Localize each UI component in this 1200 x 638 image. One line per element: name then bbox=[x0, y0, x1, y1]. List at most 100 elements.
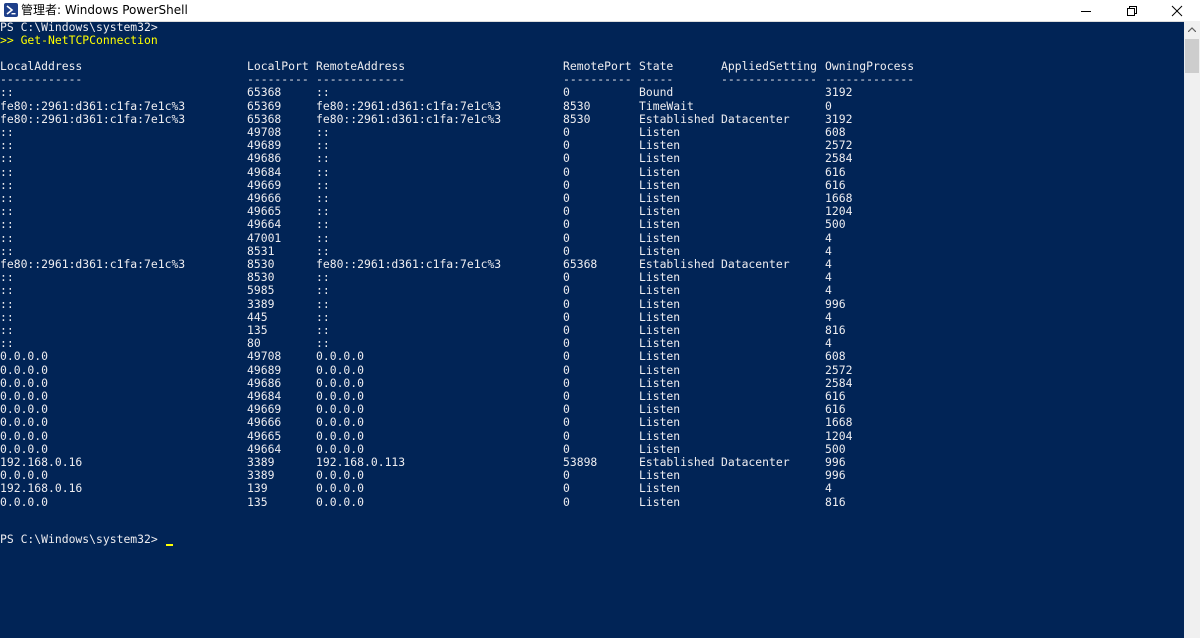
cell-local-port: 135 bbox=[247, 323, 268, 337]
cell-owning-process: 616 bbox=[825, 177, 846, 192]
cell-owning-process: 996 bbox=[825, 455, 846, 469]
cell-owning-process: 500 bbox=[825, 441, 846, 456]
cell-local-address: :: bbox=[0, 336, 14, 351]
cell-local-address: :: bbox=[0, 283, 14, 298]
cell-local-address: 192.168.0.16 bbox=[0, 455, 83, 469]
cell-local-address: :: bbox=[0, 85, 14, 100]
cell-state: Listen bbox=[639, 309, 681, 324]
cell-owning-process: 4 bbox=[825, 283, 832, 298]
cell-remote-address: RemoteAddress bbox=[316, 59, 406, 73]
cell-remote-port: 0 bbox=[563, 217, 570, 232]
cell-local-port: 49684 bbox=[247, 389, 282, 403]
cell-state: Listen bbox=[639, 389, 681, 403]
cell-remote-address: :: bbox=[316, 230, 330, 245]
cell-owning-process: 816 bbox=[825, 323, 846, 337]
cell-remote-address: 0.0.0.0 bbox=[316, 415, 365, 430]
cell-remote-port: 0 bbox=[563, 494, 570, 509]
cell-owning-process: 4 bbox=[825, 481, 832, 496]
cell-remote-address: :: bbox=[316, 138, 330, 153]
cell-remote-port: 8530 bbox=[563, 111, 591, 126]
cell-remote-address: :: bbox=[316, 336, 330, 351]
cell-local-port: 65368 bbox=[247, 85, 282, 100]
cell-remote-port: 0 bbox=[563, 362, 570, 377]
cell-remote-port: 0 bbox=[563, 191, 570, 205]
cell-local-address: 0.0.0.0 bbox=[0, 494, 49, 509]
cell-local-address: :: bbox=[0, 230, 14, 245]
cell-state: Listen bbox=[639, 375, 681, 390]
cell-applied-setting: Datacenter bbox=[721, 111, 790, 126]
cell-remote-address: fe80::2961:d361:c1fa:7e1c%3 bbox=[316, 257, 502, 271]
console-output[interactable]: PS C:\Windows\system32> >> Get-NetTCPCon… bbox=[0, 21, 1184, 638]
cell-remote-address: :: bbox=[316, 309, 330, 324]
cell-local-port: 65369 bbox=[247, 98, 282, 113]
cell-local-address: :: bbox=[0, 151, 14, 166]
cell-state: Listen bbox=[639, 151, 681, 166]
cell-remote-address: 0.0.0.0 bbox=[316, 481, 365, 496]
cell-owning-process: 616 bbox=[825, 164, 846, 179]
cell-state: Listen bbox=[639, 217, 681, 232]
cell-state: Listen bbox=[639, 428, 681, 443]
scroll-thumb[interactable] bbox=[1185, 39, 1199, 73]
cell-remote-port: 0 bbox=[563, 309, 570, 324]
cell-state: Listen bbox=[639, 481, 681, 496]
cell-local-port: 8530 bbox=[247, 270, 275, 285]
cell-state: Listen bbox=[639, 283, 681, 298]
title-bar[interactable]: 管理者: Windows PowerShell bbox=[0, 0, 1200, 22]
cell-local-port: 49669 bbox=[247, 177, 282, 192]
cell-local-port: 135 bbox=[247, 494, 268, 509]
cell-state: Listen bbox=[639, 441, 681, 456]
cell-local-address: ------------ bbox=[0, 72, 83, 87]
cell-remote-port: 8530 bbox=[563, 98, 591, 113]
cell-owning-process: 616 bbox=[825, 402, 846, 417]
cell-local-address: 192.168.0.16 bbox=[0, 481, 83, 496]
close-button[interactable] bbox=[1154, 0, 1200, 21]
cell-local-port: 3389 bbox=[247, 455, 275, 469]
cell-applied-setting: AppliedSetting bbox=[721, 59, 818, 73]
cell-remote-port: 0 bbox=[563, 85, 570, 100]
cell-state: ----- bbox=[639, 72, 674, 87]
cell-owning-process: 996 bbox=[825, 296, 846, 311]
cell-local-port: 49665 bbox=[247, 204, 282, 219]
maximize-button[interactable] bbox=[1109, 0, 1155, 21]
cell-applied-setting: -------------- bbox=[721, 72, 818, 87]
close-icon bbox=[1171, 5, 1183, 17]
cell-remote-port: 0 bbox=[563, 468, 570, 483]
cell-local-port: LocalPort bbox=[247, 59, 309, 73]
scroll-up-button[interactable] bbox=[1184, 21, 1200, 38]
cell-owning-process: 2584 bbox=[825, 151, 853, 166]
cell-remote-port: 0 bbox=[563, 441, 570, 456]
cell-state: Listen bbox=[639, 415, 681, 430]
cell-owning-process: 1668 bbox=[825, 415, 853, 430]
cell-remote-port: 0 bbox=[563, 428, 570, 443]
cell-remote-address: :: bbox=[316, 204, 330, 219]
cell-remote-address: :: bbox=[316, 191, 330, 205]
cell-local-port: 49666 bbox=[247, 415, 282, 430]
cell-state: Listen bbox=[639, 270, 681, 285]
cell-state: Listen bbox=[639, 494, 681, 509]
cell-owning-process: 2572 bbox=[825, 138, 853, 153]
cell-state: Listen bbox=[639, 402, 681, 417]
cell-local-address: 0.0.0.0 bbox=[0, 389, 49, 403]
powershell-icon bbox=[4, 3, 18, 17]
cell-local-address: :: bbox=[0, 177, 14, 192]
cell-remote-address: :: bbox=[316, 125, 330, 139]
cell-local-port: 49664 bbox=[247, 441, 282, 456]
cell-local-port: 49686 bbox=[247, 151, 282, 166]
cell-local-port: 49684 bbox=[247, 164, 282, 179]
vertical-scrollbar[interactable] bbox=[1184, 21, 1200, 638]
cell-local-address: fe80::2961:d361:c1fa:7e1c%3 bbox=[0, 111, 186, 126]
cell-remote-port: RemotePort bbox=[563, 59, 632, 73]
chevron-up-icon bbox=[1188, 27, 1196, 32]
cell-state: Listen bbox=[639, 362, 681, 377]
prompt-text-2: PS C:\Windows\system32> bbox=[0, 532, 158, 546]
cell-local-address: 0.0.0.0 bbox=[0, 375, 49, 390]
cell-owning-process: 608 bbox=[825, 349, 846, 364]
cell-local-address: fe80::2961:d361:c1fa:7e1c%3 bbox=[0, 257, 186, 271]
cell-local-port: 80 bbox=[247, 336, 261, 351]
minimize-button[interactable] bbox=[1063, 0, 1109, 21]
cell-local-address: :: bbox=[0, 217, 14, 232]
cell-owning-process: OwningProcess bbox=[825, 59, 915, 73]
cell-state: Established bbox=[639, 111, 715, 126]
cell-owning-process: 500 bbox=[825, 217, 846, 232]
cell-local-port: 3389 bbox=[247, 296, 275, 311]
